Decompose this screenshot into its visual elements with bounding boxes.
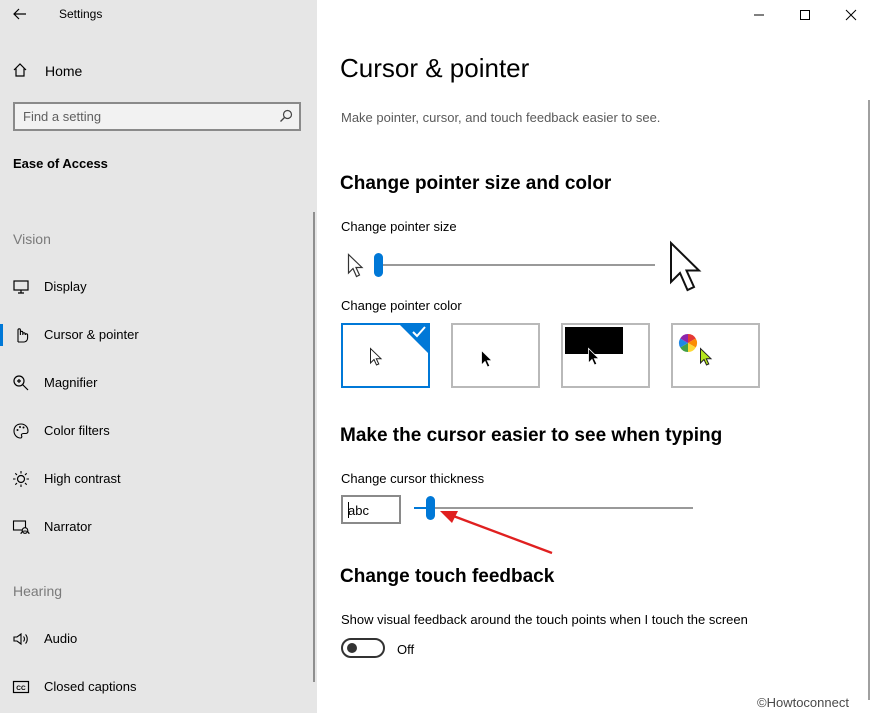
pointer-hand-icon	[17, 328, 29, 343]
watermark: ©Howtoconnect	[757, 695, 849, 710]
toggle-knob	[347, 643, 357, 653]
palette-icon	[13, 423, 29, 439]
sidebar-item-display[interactable]: Display	[0, 266, 317, 306]
search-icon	[280, 109, 293, 122]
speaker-icon	[13, 632, 28, 646]
small-pointer-icon	[347, 253, 364, 278]
touch-feedback-toggle[interactable]	[341, 638, 385, 658]
sidebar-item-narrator[interactable]: Narrator	[0, 506, 317, 546]
sidebar-item-high-contrast[interactable]: High contrast	[0, 458, 317, 498]
main-scrollbar[interactable]	[868, 100, 870, 700]
sidebar-item-magnifier[interactable]: Magnifier	[0, 362, 317, 402]
title-bar: Settings	[0, 0, 317, 32]
pointer-size-label: Change pointer size	[341, 219, 457, 234]
back-button[interactable]	[6, 2, 34, 26]
toggle-state-label: Off	[397, 642, 415, 657]
pointer-color-black[interactable]	[451, 323, 540, 388]
sidebar-item-label: Home	[45, 63, 83, 79]
pointer-color-custom[interactable]	[671, 323, 760, 388]
pointer-color-label: Change pointer color	[341, 298, 462, 313]
touch-section-title: Change touch feedback	[340, 566, 555, 587]
magnifier-icon	[13, 375, 29, 391]
pointer-size-track[interactable]	[378, 264, 655, 266]
pointer-size-thumb[interactable]	[374, 253, 383, 277]
lime-pointer-icon	[700, 347, 713, 366]
sidebar-item-home[interactable]: Home	[0, 55, 317, 85]
preview-text: abc	[348, 503, 369, 518]
annotation-arrow	[440, 511, 553, 555]
pointer-color-inverted[interactable]	[561, 323, 650, 388]
sidebar-item-label: Audio	[44, 631, 78, 646]
maximize-button[interactable]	[782, 0, 828, 30]
minimize-icon	[754, 14, 764, 16]
search-box[interactable]	[13, 102, 301, 131]
narrator-icon	[12, 520, 30, 535]
close-icon	[845, 9, 857, 21]
typing-section-title: Make the cursor easier to see when typin…	[340, 425, 723, 446]
sidebar-item-label: Color filters	[44, 423, 110, 438]
home-icon	[13, 63, 27, 77]
page-title: Cursor & pointer	[340, 53, 530, 83]
large-pointer-icon	[670, 240, 702, 292]
sidebar-item-label: Cursor & pointer	[44, 327, 139, 342]
sidebar-item-cursor-pointer[interactable]: Cursor & pointer	[0, 314, 317, 354]
sidebar-item-label: Closed captions	[44, 679, 137, 694]
page-description: Make pointer, cursor, and touch feedback…	[341, 110, 661, 125]
sidebar-item-color-filters[interactable]: Color filters	[0, 410, 317, 450]
minimize-button[interactable]	[736, 0, 782, 30]
section-heading: Ease of Access	[13, 156, 108, 171]
back-arrow-icon	[13, 8, 26, 20]
cursor-thickness-thumb[interactable]	[426, 496, 435, 520]
color-wheel-icon	[678, 334, 698, 352]
inverted-pointer-icon	[588, 347, 600, 366]
close-button[interactable]	[828, 0, 873, 30]
sidebar-scrollbar[interactable]	[313, 212, 315, 682]
monitor-icon	[13, 280, 29, 294]
app-title: Settings	[59, 7, 103, 21]
sidebar-item-label: Narrator	[44, 519, 92, 534]
group-label-vision: Vision	[13, 231, 51, 247]
maximize-icon	[800, 10, 810, 20]
sidebar-item-label: Display	[44, 279, 87, 294]
sidebar-item-closed-captions[interactable]: CC Closed captions	[0, 666, 317, 706]
pointer-color-white[interactable]	[341, 323, 430, 388]
touch-feedback-label: Show visual feedback around the touch po…	[341, 612, 748, 627]
cc-icon: CC	[12, 680, 30, 694]
sidebar-item-label: High contrast	[44, 471, 121, 486]
group-label-hearing: Hearing	[13, 583, 63, 599]
checkmark-icon	[412, 326, 426, 338]
sidebar: Settings Home Ease of Access Vision Disp…	[0, 0, 317, 713]
pointer-section-title: Change pointer size and color	[340, 173, 612, 194]
search-input[interactable]	[23, 107, 273, 126]
white-pointer-icon	[370, 347, 383, 366]
cursor-thickness-label: Change cursor thickness	[341, 471, 485, 486]
sidebar-item-audio[interactable]: Audio	[0, 618, 317, 658]
black-pointer-icon	[481, 349, 493, 368]
sun-icon	[13, 471, 29, 487]
sidebar-item-label: Magnifier	[44, 375, 98, 390]
svg-text:CC: CC	[16, 685, 26, 692]
cursor-thickness-preview: abc	[341, 495, 401, 524]
